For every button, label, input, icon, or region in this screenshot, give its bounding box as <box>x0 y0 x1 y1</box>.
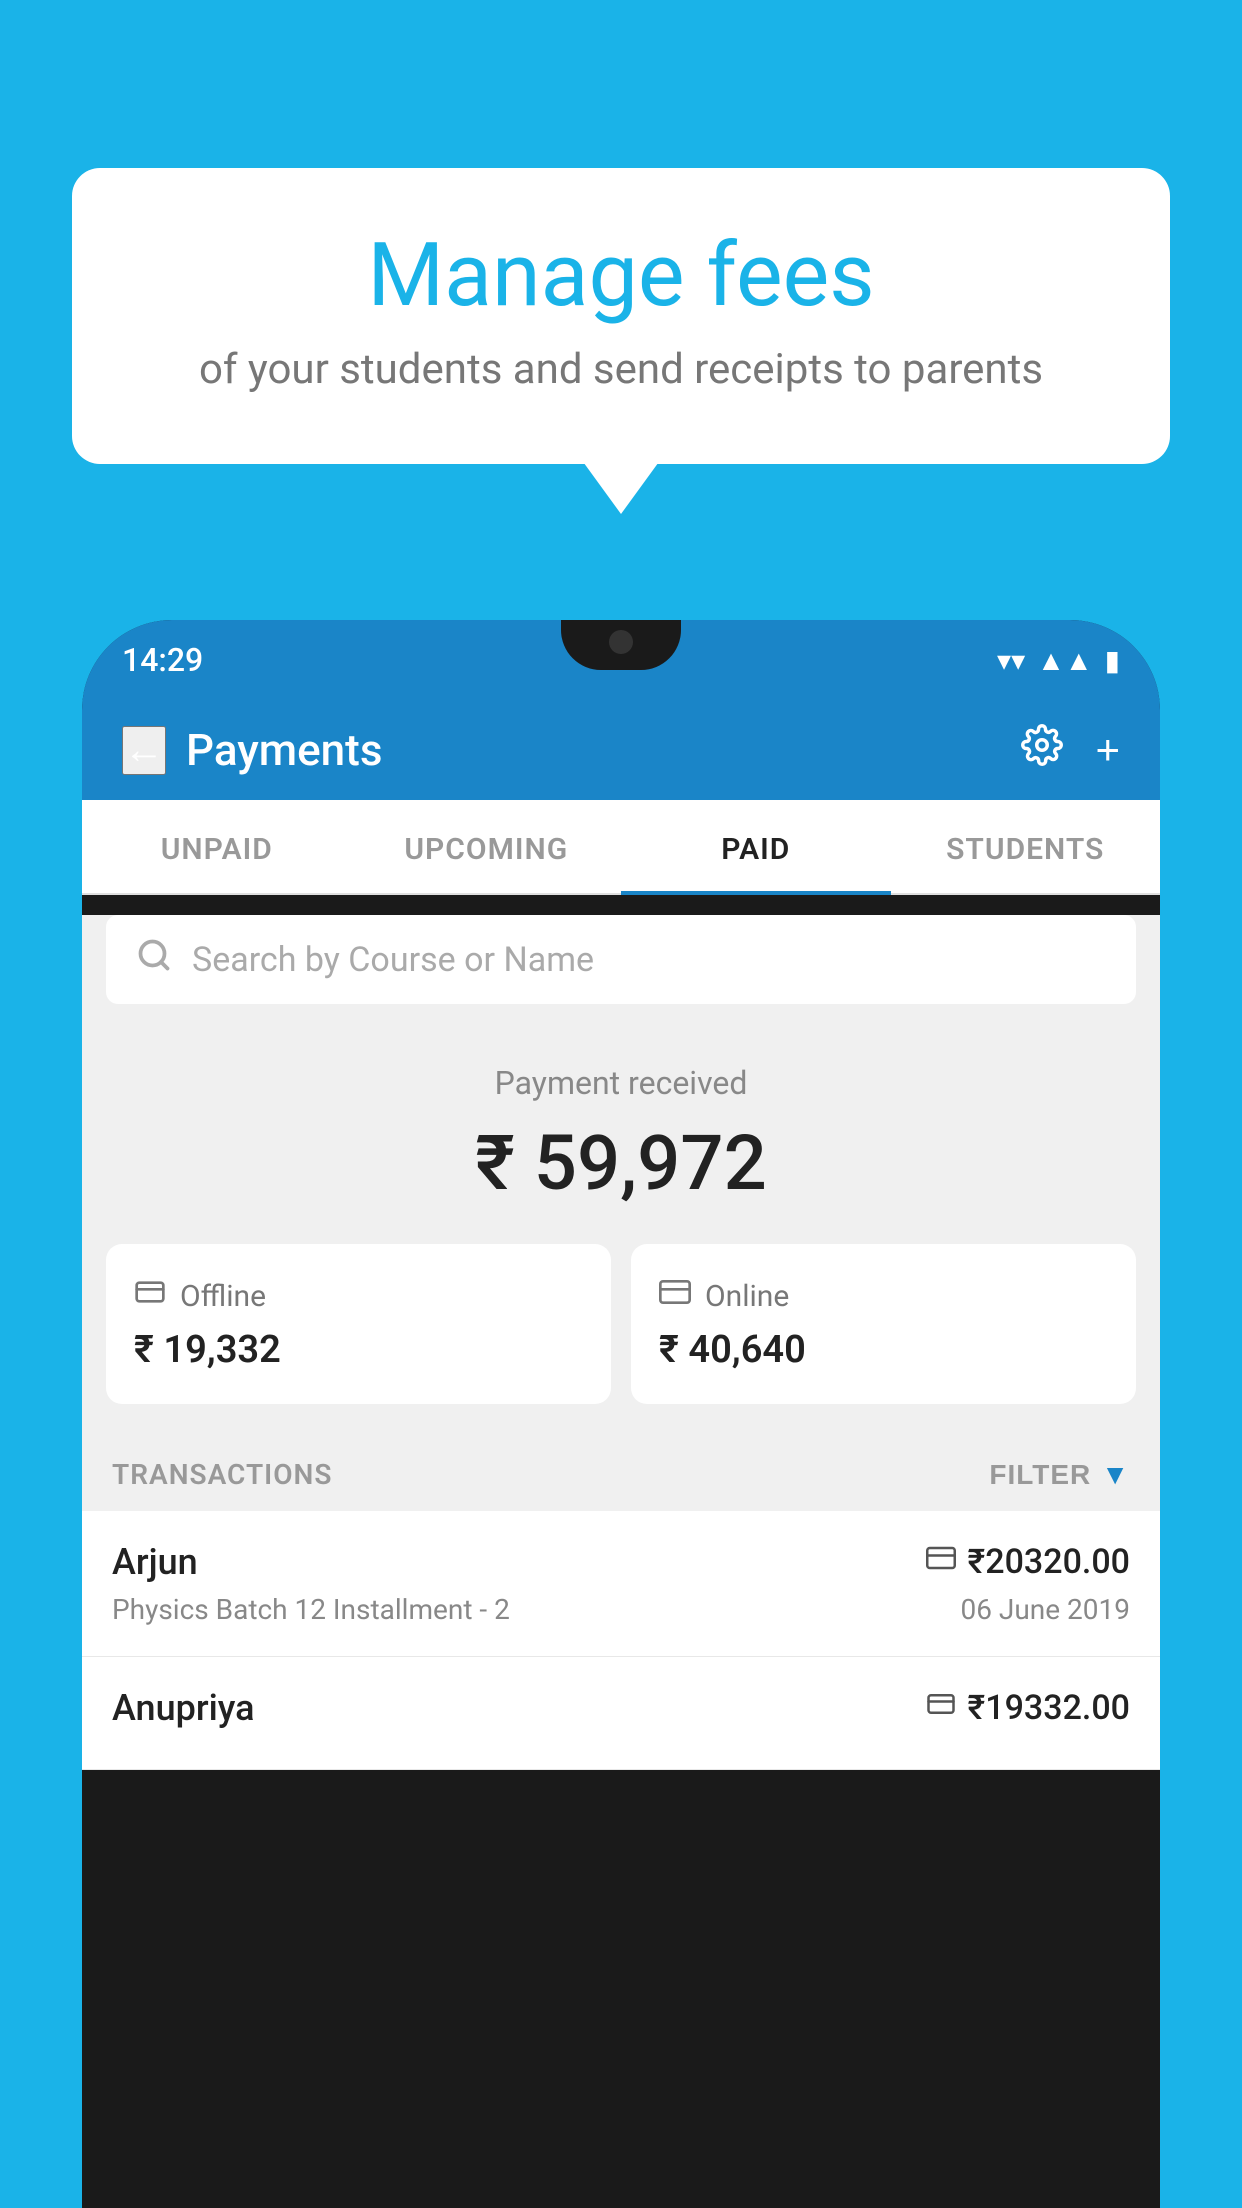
phone-device: 14:29 ▾▾ ▲▲ ▮ ← Payments + UNPAID U <box>82 620 1160 2208</box>
offline-payment-icon <box>926 1689 956 1727</box>
status-bar: 14:29 ▾▾ ▲▲ ▮ <box>82 620 1160 700</box>
transaction-amount-row: ₹19332.00 <box>926 1688 1130 1728</box>
payment-received-label: Payment received <box>112 1064 1130 1102</box>
add-button[interactable]: + <box>1095 726 1120 774</box>
search-placeholder: Search by Course or Name <box>192 940 594 980</box>
tab-students[interactable]: STUDENTS <box>891 800 1161 893</box>
offline-label: Offline <box>180 1279 266 1314</box>
online-card-header: Online <box>659 1276 1108 1316</box>
tab-upcoming[interactable]: UPCOMING <box>352 800 622 893</box>
transaction-row-bottom: Physics Batch 12 Installment - 2 06 June… <box>112 1593 1130 1626</box>
table-row[interactable]: Anupriya ₹19332.00 <box>82 1657 1160 1770</box>
back-button[interactable]: ← <box>122 726 166 775</box>
transaction-amount-row: ₹20320.00 <box>926 1542 1130 1582</box>
app-header: ← Payments + <box>82 700 1160 800</box>
card-payment-icon <box>926 1543 956 1581</box>
online-card: Online ₹ 40,640 <box>631 1244 1136 1404</box>
search-bar[interactable]: Search by Course or Name <box>106 915 1136 1004</box>
offline-card: Offline ₹ 19,332 <box>106 1244 611 1404</box>
header-left: ← Payments <box>122 724 382 776</box>
bubble-title: Manage fees <box>152 228 1090 325</box>
payment-received-amount: ₹ 59,972 <box>112 1118 1130 1208</box>
speech-bubble: Manage fees of your students and send re… <box>72 168 1170 464</box>
offline-card-header: Offline <box>134 1276 583 1316</box>
signal-icon: ▲▲ <box>1037 644 1092 677</box>
tab-unpaid[interactable]: UNPAID <box>82 800 352 893</box>
transactions-header: TRANSACTIONS FILTER ▼ <box>82 1434 1160 1511</box>
tabs-bar: UNPAID UPCOMING PAID STUDENTS <box>82 800 1160 895</box>
offline-icon <box>134 1276 166 1316</box>
filter-label: FILTER <box>989 1459 1091 1491</box>
transaction-course: Physics Batch 12 Installment - 2 <box>112 1593 510 1626</box>
status-time: 14:29 <box>122 641 203 679</box>
online-label: Online <box>705 1279 789 1314</box>
bubble-subtitle: of your students and send receipts to pa… <box>152 345 1090 394</box>
payment-received-section: Payment received ₹ 59,972 <box>82 1024 1160 1244</box>
transaction-date: 06 June 2019 <box>960 1593 1130 1626</box>
transaction-row-top: Anupriya ₹19332.00 <box>112 1687 1130 1729</box>
header-title: Payments <box>186 724 382 776</box>
offline-amount: ₹ 19,332 <box>134 1328 583 1372</box>
transaction-amount: ₹19332.00 <box>968 1688 1130 1728</box>
transaction-amount: ₹20320.00 <box>968 1542 1130 1582</box>
wifi-icon: ▾▾ <box>997 644 1025 677</box>
table-row[interactable]: Arjun ₹20320.00 Physics Batch 12 Install… <box>82 1511 1160 1657</box>
filter-button[interactable]: FILTER ▼ <box>989 1459 1130 1491</box>
tab-paid[interactable]: PAID <box>621 800 891 893</box>
search-icon <box>136 937 172 982</box>
transaction-row-top: Arjun ₹20320.00 <box>112 1541 1130 1583</box>
settings-button[interactable] <box>1021 724 1063 776</box>
online-icon <box>659 1276 691 1316</box>
transaction-name: Arjun <box>112 1541 198 1583</box>
transactions-label: TRANSACTIONS <box>112 1458 332 1491</box>
filter-icon: ▼ <box>1101 1459 1130 1491</box>
notch-camera <box>609 630 633 654</box>
status-icons: ▾▾ ▲▲ ▮ <box>997 644 1120 677</box>
transaction-name: Anupriya <box>112 1687 255 1729</box>
payment-cards: Offline ₹ 19,332 Online ₹ 40,640 <box>106 1244 1136 1404</box>
header-right: + <box>1021 724 1120 776</box>
battery-icon: ▮ <box>1105 644 1120 677</box>
app-body: Search by Course or Name Payment receive… <box>82 915 1160 1770</box>
phone-notch <box>561 620 681 670</box>
online-amount: ₹ 40,640 <box>659 1328 1108 1372</box>
